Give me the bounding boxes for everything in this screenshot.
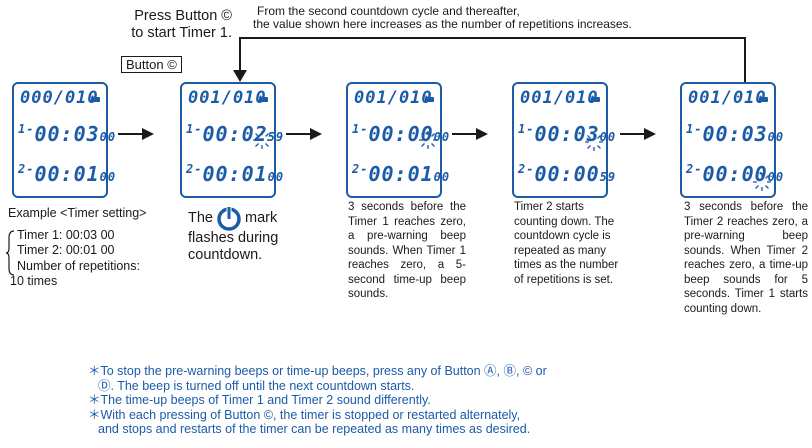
example-repetitions-value: 10 times	[10, 274, 58, 288]
arrow-right-icon	[452, 128, 488, 140]
timer-2-row: 2-00:0100	[18, 162, 117, 186]
note-line-5: and stops and restarts of the timer can …	[98, 422, 531, 436]
timer-2-row: 2-00:0100	[186, 162, 285, 186]
mark-caption-mark: mark	[245, 209, 278, 226]
arrow-right-icon	[118, 128, 154, 140]
flashing-indicator-icon	[419, 131, 437, 149]
repetition-bracket-arrow	[233, 37, 746, 86]
repetition-counter: 001/010	[188, 88, 267, 108]
battery-icon	[591, 97, 600, 102]
lcd-display-timer1-zero: 001/010 1-00:0000 2-00:0100	[346, 82, 449, 198]
lcd-display-timer2-running: 001/010 1-00:0300 2-00:0059	[512, 82, 615, 198]
caption-timer2-zero: 3 seconds before the Timer 2 reaches zer…	[684, 201, 808, 315]
example-setting: Example <Timer setting> Timer 1: 00:03 0…	[6, 206, 147, 290]
mark-caption-line-2: flashes during	[188, 230, 279, 246]
example-timer-2: Timer 2: 00:01 00	[17, 243, 115, 257]
flashing-indicator-icon	[753, 173, 771, 191]
timer-2-row: 2-00:0059	[518, 162, 617, 186]
battery-icon	[91, 97, 100, 102]
repetition-counter: 001/010	[688, 88, 767, 108]
note-line-2: Ⓓ. The beep is turned off until the next…	[98, 378, 415, 393]
note-line-1: ＊To stop the pre-warning beeps or time-u…	[88, 364, 547, 378]
mark-caption: The mark flashes during countdown.	[188, 206, 278, 263]
mark-caption-the: The	[188, 209, 213, 226]
stopwatch-mark-icon	[217, 206, 241, 231]
example-timer-1: Timer 1: 00:03 00	[17, 227, 115, 242]
curly-brace	[6, 229, 15, 276]
battery-icon	[259, 97, 268, 102]
battery-icon	[425, 97, 434, 102]
arrow-right-icon	[620, 128, 656, 140]
battery-icon	[759, 97, 768, 102]
flashing-indicator-icon	[253, 131, 271, 149]
lcd-display-timer2-zero: 001/010 1-00:0300 2-00:0000	[680, 82, 783, 198]
lcd-display-initial: 000/010 1-00:0300 2-00:0100	[12, 82, 115, 198]
arrow-right-icon	[286, 128, 322, 140]
caption-timer2-counting: Timer 2 starts counting down. The countd…	[514, 201, 619, 286]
example-repetitions-label: Number of repetitions:	[17, 258, 140, 273]
repetition-counter: 001/010	[354, 88, 433, 108]
timer-1-row: 1-00:0300	[686, 122, 785, 146]
note-line-3: ＊The time-up beeps of Timer 1 and Timer …	[88, 393, 431, 407]
timer-1-row: 1-00:0300	[18, 122, 117, 146]
flashing-indicator-icon	[585, 133, 603, 151]
caption-timer1-zero: 3 seconds before the Timer 1 reaches zer…	[348, 201, 466, 300]
note-line-4: ＊With each pressing of Button ©, the tim…	[88, 407, 521, 422]
repetition-counter: 000/010	[20, 88, 99, 108]
lcd-display-timer1-running: 001/010 1-00:0259 2-00:0100	[180, 82, 283, 198]
notes-section: ＊To stop the pre-warning beeps or time-u…	[88, 364, 788, 437]
mark-caption-line-3: countdown.	[188, 246, 263, 263]
example-title: Example <Timer setting>	[8, 206, 147, 220]
timer-2-row: 2-00:0100	[352, 162, 451, 186]
repetition-counter: 001/010	[520, 88, 599, 108]
example-details: Timer 1: 00:03 00 Timer 2: 00:01 00 Numb…	[6, 227, 146, 290]
